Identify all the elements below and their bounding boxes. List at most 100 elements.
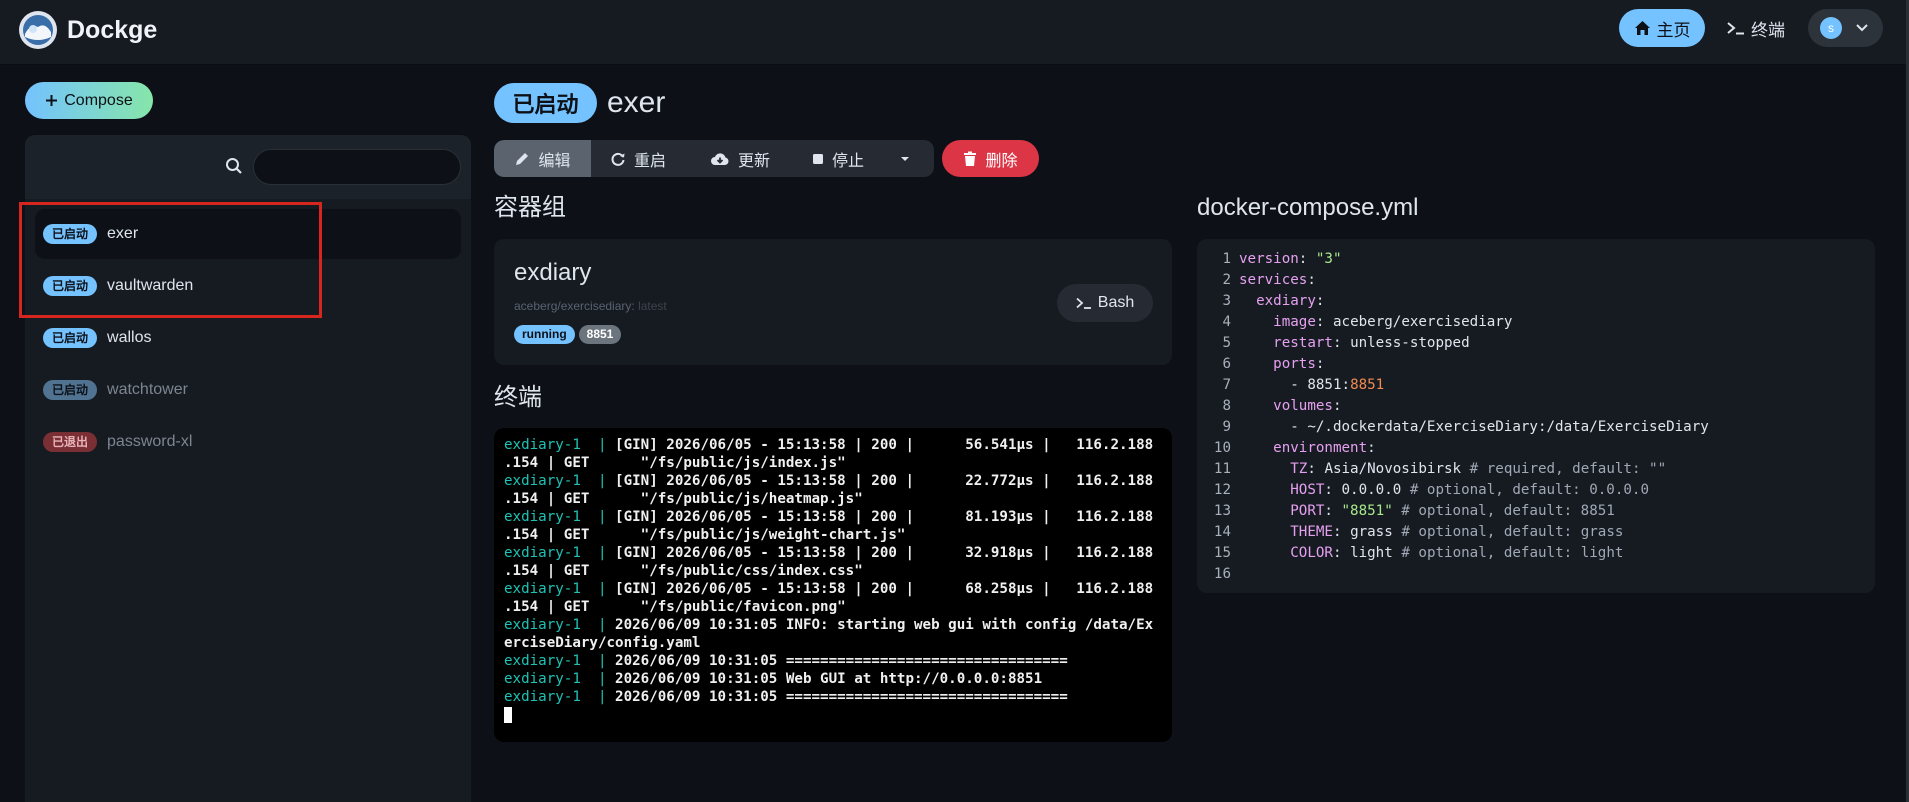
stop-label: 停止: [832, 152, 865, 170]
terminal-line: exdiary-1 | 2026/06/09 10:31:05 Web GUI …: [504, 671, 1043, 687]
restart-button[interactable]: 重启: [610, 140, 666, 177]
yaml-line: 12 HOST: 0.0.0.0 # optional, default: 0.…: [1213, 482, 1650, 498]
nav-terminal-link[interactable]: 终端: [1727, 9, 1789, 47]
bash-label: Bash: [1097, 294, 1135, 311]
restart-icon: [611, 152, 625, 166]
container-state-badge: running: [514, 325, 575, 344]
stop-icon: [813, 153, 823, 164]
edit-button[interactable]: 编辑: [494, 140, 591, 177]
terminal-prompt-icon: [1727, 22, 1744, 35]
stack-status-badge: 已启动: [43, 328, 98, 348]
yaml-line: 13 PORT: "8851" # optional, default: 885…: [1213, 503, 1615, 519]
terminal-line: erciseDiary/config.yaml: [504, 635, 701, 651]
caret-down-icon: [901, 156, 909, 161]
brand-name[interactable]: Dockge: [67, 14, 157, 46]
yaml-line: 4 image: aceberg/exercisediary: [1222, 314, 1513, 330]
yaml-line: 1 version: "3": [1222, 251, 1342, 267]
stack-name: password-xl: [107, 433, 193, 450]
terminal-line: .154 | GET "/fs/public/favicon.png": [504, 599, 846, 615]
terminal-line: exdiary-1 | [GIN] 2026/06/05 - 15:13:58 …: [504, 437, 1154, 453]
stack-item-password-xl[interactable]: 已退出 password-xl: [35, 417, 461, 467]
stack-status-badge: 已启动: [43, 224, 98, 244]
stack-name: wallos: [107, 329, 152, 346]
stack-status-badge: 已启动: [43, 380, 98, 400]
yaml-line: 2 services:: [1222, 272, 1316, 288]
stack-name: vaultwarden: [107, 277, 194, 294]
stack-name: exer: [107, 225, 139, 242]
yaml-line: 9 - ~/.dockerdata/ExerciseDiary:/data/Ex…: [1222, 419, 1709, 435]
stack-item-wallos[interactable]: 已启动 wallos: [35, 313, 461, 363]
stack-status-badge: 已启动: [43, 276, 98, 296]
delete-label: 删除: [985, 152, 1018, 170]
containers-section-title: 容器组: [494, 194, 566, 221]
log-terminal[interactable]: exdiary-1 | [GIN] 2026/06/05 - 15:13:58 …: [494, 428, 1172, 742]
trash-icon: [964, 151, 977, 166]
nav-home-label: 主页: [1656, 20, 1691, 40]
container-image: aceberg/exercisediary: latest: [514, 299, 667, 313]
compose-yaml-editor[interactable]: 1 version: "3" 2 services: 3 exdiary: 4 image…: [1197, 239, 1875, 593]
home-icon: [1634, 21, 1650, 35]
container-name: exdiary: [514, 259, 592, 286]
container-pills: running 8851: [514, 325, 622, 344]
yaml-line: 11 TZ: Asia/Novosibirsk # required, defa…: [1213, 461, 1667, 477]
stack-item-vaultwarden[interactable]: 已启动 vaultwarden: [35, 261, 461, 311]
yaml-line: 14 THEME: grass # optional, default: gra…: [1213, 524, 1624, 540]
terminal-line: .154 | GET "/fs/public/js/weight-chart.j…: [504, 527, 906, 543]
stack-search-bar: [25, 135, 471, 199]
chevron-down-icon: [1856, 24, 1868, 32]
restart-label: 重启: [634, 152, 667, 170]
compose-file-title: docker-compose.yml: [1197, 194, 1419, 221]
update-label: 更新: [738, 152, 771, 170]
terminal-line: exdiary-1 | 2026/06/09 10:31:05 ========…: [504, 689, 1068, 705]
terminal-cursor: [504, 706, 1164, 724]
stack-name: watchtower: [107, 381, 188, 398]
edit-label: 编辑: [538, 152, 571, 170]
terminal-line: exdiary-1 | [GIN] 2026/06/05 - 15:13:58 …: [504, 545, 1154, 561]
container-port-badge[interactable]: 8851: [578, 325, 622, 344]
stack-action-group: 编辑 重启 更新 停止: [494, 140, 934, 177]
stack-item-watchtower[interactable]: 已启动 watchtower: [35, 365, 461, 415]
terminal-line: exdiary-1 | [GIN] 2026/06/05 - 15:13:58 …: [504, 473, 1154, 489]
stack-status-badge: 已退出: [43, 432, 98, 452]
container-image-name: aceberg/exercisediary:: [514, 299, 635, 313]
terminal-line: exdiary-1 | [GIN] 2026/06/05 - 15:13:58 …: [504, 581, 1154, 597]
yaml-line: 5 restart: unless-stopped: [1222, 335, 1470, 351]
top-navbar: Dockge 主页 终端 s: [0, 0, 1909, 65]
terminal-line: exdiary-1 | 2026/06/09 10:31:05 INFO: st…: [504, 617, 1154, 633]
pencil-icon: [516, 152, 529, 165]
stack-search-input[interactable]: [253, 149, 461, 185]
plus-icon: [46, 95, 58, 106]
terminal-line: .154 | GET "/fs/public/js/index.js": [504, 455, 846, 471]
terminal-line: .154 | GET "/fs/public/js/heatmap.js": [504, 491, 863, 507]
yaml-line: 16: [1213, 566, 1231, 582]
yaml-line: 3 exdiary:: [1222, 293, 1325, 309]
terminal-line: exdiary-1 | 2026/06/09 10:31:05 ========…: [504, 653, 1068, 669]
container-card: exdiary aceberg/exercisediary: latest ru…: [494, 239, 1172, 365]
yaml-line: 15 COLOR: light # optional, default: lig…: [1213, 545, 1624, 561]
cloud-download-icon: [711, 152, 729, 165]
search-icon: [226, 158, 242, 174]
compose-label: Compose: [64, 91, 133, 109]
terminal-section-title: 终端: [494, 384, 542, 411]
compose-button[interactable]: Compose: [25, 82, 153, 119]
yaml-line: 8 volumes:: [1222, 398, 1342, 414]
terminal-line: exdiary-1 | [GIN] 2026/06/05 - 15:13:58 …: [504, 509, 1154, 525]
yaml-line: 6 ports:: [1222, 356, 1325, 372]
nav-terminal-label: 终端: [1751, 20, 1785, 40]
more-actions-dropdown[interactable]: [900, 140, 910, 177]
profile-dropdown[interactable]: s: [1808, 9, 1883, 47]
stack-item-exer[interactable]: 已启动 exer: [35, 209, 461, 259]
yaml-line: 7 - 8851:8851: [1222, 377, 1385, 393]
delete-button[interactable]: 删除: [942, 140, 1039, 177]
nav-home-button[interactable]: 主页: [1619, 9, 1705, 47]
update-button[interactable]: 更新: [710, 140, 770, 177]
stop-button[interactable]: 停止: [812, 140, 864, 177]
terminal-line: .154 | GET "/fs/public/css/index.css": [504, 563, 863, 579]
dockge-logo-icon[interactable]: [18, 10, 58, 50]
yaml-line: 10 environment:: [1213, 440, 1376, 456]
bash-button[interactable]: Bash: [1057, 284, 1153, 322]
stack-status-pill: 已启动: [494, 83, 597, 123]
stack-list-panel: 已启动 exer 已启动 vaultwarden 已启动 wallos 已启动 …: [25, 135, 471, 802]
yaml-code: 1 version: "3" 2 services: 3 exdiary: 4 image…: [1197, 249, 1875, 585]
avatar: s: [1820, 17, 1842, 39]
